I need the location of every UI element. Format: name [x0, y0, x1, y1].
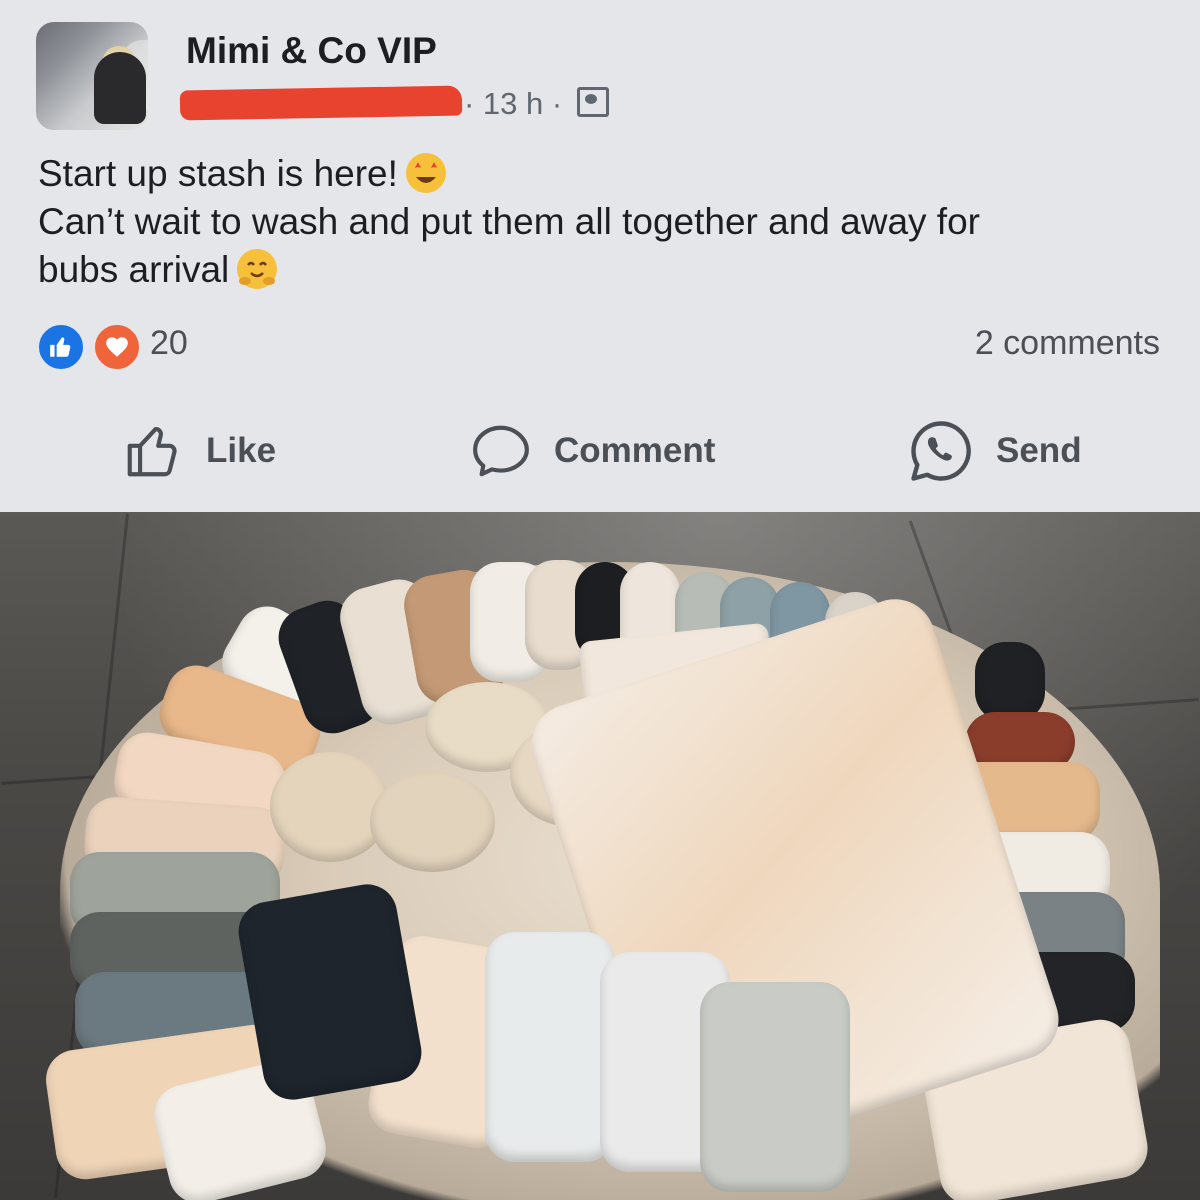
nappy-item — [233, 879, 427, 1105]
send-label: Send — [996, 431, 1082, 470]
star-struck-emoji-icon — [405, 153, 446, 193]
post-text-line-3: bubs arrival — [38, 249, 230, 290]
avatar-person — [94, 52, 146, 124]
comment-button[interactable]: Comment — [470, 416, 715, 486]
love-reaction-icon — [92, 322, 142, 372]
like-button[interactable]: Like — [122, 416, 276, 486]
post-text-line-2: Can’t wait to wash and put them all toge… — [38, 201, 980, 242]
comment-bubble-icon — [473, 425, 529, 477]
post-meta: · 13 h · — [464, 86, 609, 122]
group-name[interactable]: Mimi & Co VIP — [186, 30, 437, 72]
nappy-item — [975, 642, 1045, 722]
post-time[interactable]: · 13 h · — [464, 86, 562, 121]
action-bar: Like Comment Send — [0, 416, 1200, 486]
thumbs-up-icon — [127, 426, 177, 477]
post-card: Mimi & Co VIP · 13 h · Start up stash is… — [0, 0, 1200, 510]
like-label: Like — [206, 431, 277, 470]
post-text: Start up stash is here! Can’t wait to wa… — [38, 150, 1158, 294]
post-photo[interactable] — [0, 512, 1200, 1200]
reaction-count: 20 — [150, 324, 188, 362]
bamboo-insert-bundle — [370, 772, 495, 872]
group-avatar[interactable] — [36, 22, 148, 130]
comments-count-link[interactable]: 2 comments — [975, 324, 1160, 363]
nappy-item — [700, 982, 850, 1192]
send-button[interactable]: Send — [908, 416, 1082, 486]
nappy-item — [485, 932, 615, 1162]
comment-label: Comment — [554, 431, 716, 470]
whatsapp-icon — [911, 421, 971, 481]
hugging-face-emoji-icon — [237, 249, 278, 289]
group-audience-icon — [576, 87, 609, 117]
redacted-author-name — [179, 85, 463, 121]
like-reaction-icon — [36, 322, 86, 372]
post-text-line-1: Start up stash is here! — [38, 153, 398, 194]
